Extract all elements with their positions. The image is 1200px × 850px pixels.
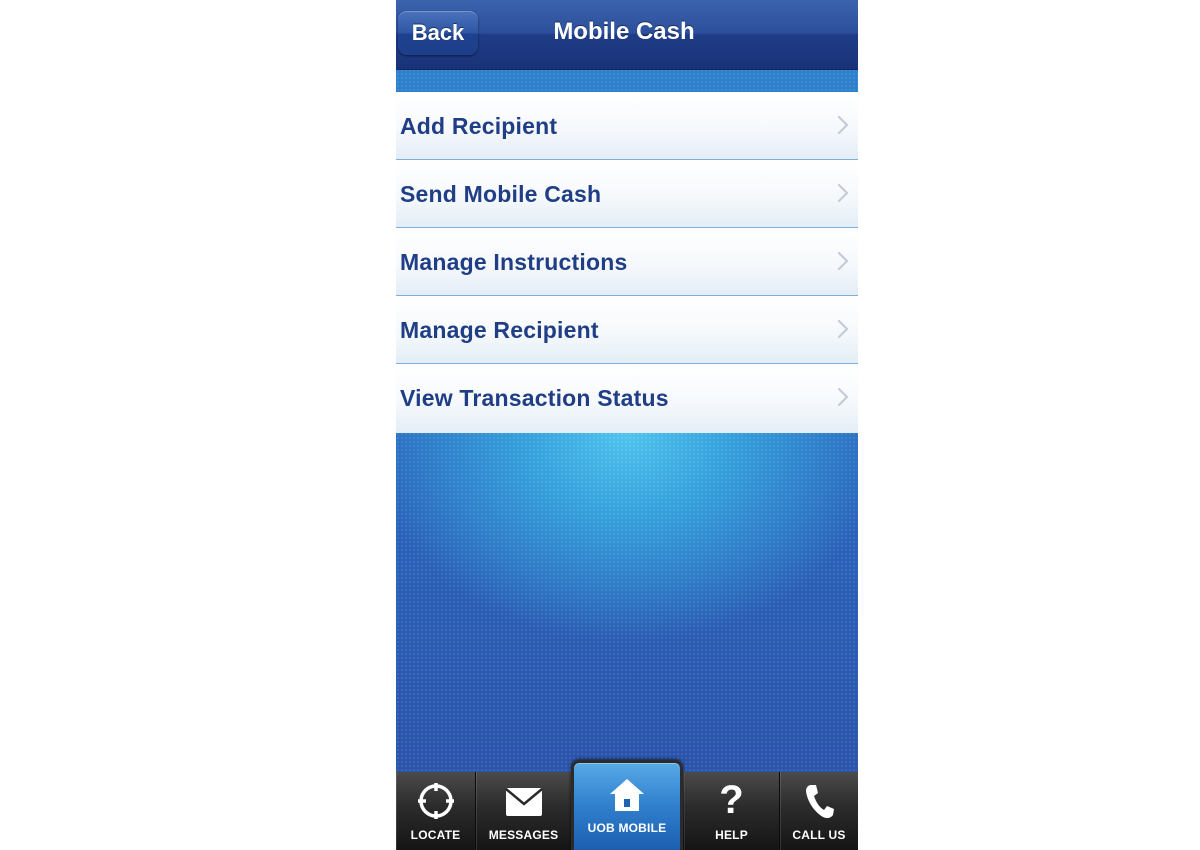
menu-item-view-transaction-status[interactable]: View Transaction Status xyxy=(396,364,858,433)
tab-label: HELP xyxy=(715,828,748,842)
menu-item-send-mobile-cash[interactable]: Send Mobile Cash xyxy=(396,160,858,228)
menu-item-label: Add Recipient xyxy=(400,113,558,139)
chevron-right-icon xyxy=(837,387,849,407)
menu-item-label: Manage Instructions xyxy=(400,249,628,275)
page-title: Mobile Cash xyxy=(553,18,695,45)
mobile-cash-menu: Add Recipient Send Mobile Cash Manage In… xyxy=(396,92,858,433)
chevron-right-icon xyxy=(837,115,849,135)
tab-help[interactable]: ? HELP xyxy=(684,772,780,850)
tab-call-us[interactable]: CALL US xyxy=(780,772,858,850)
home-icon xyxy=(610,779,644,811)
tab-label: LOCATE xyxy=(410,828,461,842)
back-button[interactable]: Back xyxy=(398,11,478,55)
menu-item-label: Send Mobile Cash xyxy=(400,181,602,207)
phone-icon xyxy=(806,785,834,819)
chevron-right-icon xyxy=(837,251,849,271)
app-screen: Back Mobile Cash Add Recipient Send Mobi… xyxy=(396,0,858,850)
question-mark-icon: ? xyxy=(719,778,744,822)
chevron-right-icon xyxy=(837,319,849,339)
tab-label: CALL US xyxy=(792,828,846,842)
menu-item-manage-recipient[interactable]: Manage Recipient xyxy=(396,296,858,364)
tab-uob-mobile[interactable]: UOB MOBILE xyxy=(571,760,683,850)
menu-item-label: Manage Recipient xyxy=(400,317,599,343)
crosshair-icon xyxy=(417,783,454,819)
tab-locate[interactable]: LOCATE xyxy=(396,772,476,850)
envelope-icon xyxy=(504,788,543,816)
tab-messages[interactable]: MESSAGES xyxy=(476,772,572,850)
navigation-bar: Back Mobile Cash xyxy=(396,0,858,70)
menu-item-label: View Transaction Status xyxy=(400,385,669,411)
tab-label: UOB MOBILE xyxy=(587,821,667,835)
menu-item-manage-instructions[interactable]: Manage Instructions xyxy=(396,228,858,296)
menu-item-add-recipient[interactable]: Add Recipient xyxy=(396,92,858,160)
tab-label: MESSAGES xyxy=(488,828,559,842)
chevron-right-icon xyxy=(837,183,849,203)
